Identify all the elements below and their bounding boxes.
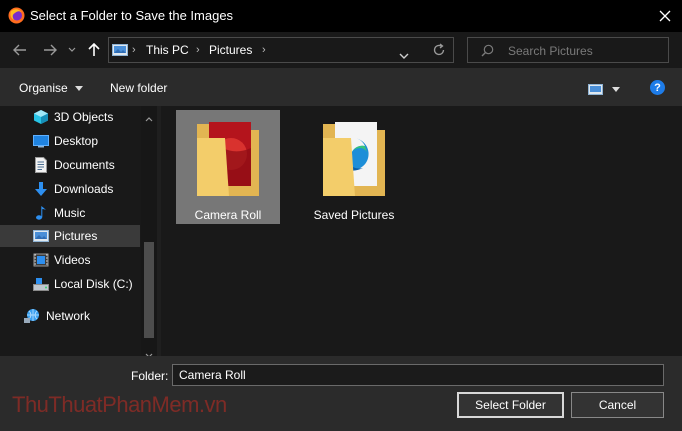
firefox-icon (8, 7, 25, 24)
nav-item-videos[interactable]: Videos (0, 249, 140, 271)
breadcrumb-pictures[interactable]: Pictures (209, 43, 252, 57)
up-arrow-icon (88, 43, 100, 56)
downloads-icon (33, 181, 49, 202)
view-icon (588, 84, 620, 95)
folder-name-field[interactable] (172, 364, 664, 386)
nav-label: Network (46, 309, 91, 323)
navigation-pane: 3D Objects Desktop Documents Downloads M… (0, 106, 157, 356)
select-folder-button[interactable]: Select Folder (457, 392, 564, 418)
nav-item-network[interactable]: Network (0, 305, 140, 327)
nav-item-music[interactable]: Music (0, 202, 140, 224)
nav-item-pictures[interactable]: Pictures (0, 225, 140, 247)
nav-label: Videos (54, 253, 91, 267)
music-icon (33, 205, 49, 226)
chevron-right-icon: › (262, 44, 266, 56)
search-box[interactable]: Search Pictures (467, 37, 669, 63)
nav-item-local-disk[interactable]: Local Disk (C:) (0, 273, 140, 295)
dropdown-arrow-icon (75, 86, 84, 92)
command-toolbar: Organise New folder (0, 68, 682, 106)
watermark-logo: ThuThuatPhanMem.vn (12, 392, 227, 417)
refresh-icon[interactable] (432, 43, 446, 62)
forward-button[interactable] (40, 39, 60, 61)
local-disk-icon (33, 276, 49, 297)
folder-label: Camera Roll (194, 208, 262, 222)
nav-label: Desktop (54, 134, 99, 148)
title-bar: Select a Folder to Save the Images (0, 0, 682, 32)
nav-item-desktop[interactable]: Desktop (0, 130, 140, 152)
search-icon (481, 44, 494, 62)
nav-label: Downloads (54, 182, 114, 196)
nav-label: Music (54, 206, 86, 220)
breadcrumb-this-pc[interactable]: This PC (146, 43, 189, 57)
folder-field-label: Folder: (131, 369, 169, 383)
documents-icon (33, 157, 49, 178)
cancel-button[interactable]: Cancel (571, 392, 664, 418)
address-bar[interactable]: › This PC › Pictures › (108, 37, 454, 63)
videos-icon (33, 252, 49, 273)
forward-arrow-icon (44, 44, 57, 56)
nav-item-3d-objects[interactable]: 3D Objects (0, 106, 140, 128)
nav-pane-scrollbar[interactable] (141, 106, 157, 358)
nav-label: 3D Objects (54, 110, 114, 124)
desktop-icon (33, 133, 49, 154)
pictures-icon (33, 228, 49, 249)
scroll-thumb[interactable] (144, 242, 154, 338)
folder-tile-saved-pictures[interactable]: Saved Pictures (302, 110, 406, 224)
nav-label: Local Disk (C:) (54, 277, 133, 291)
back-arrow-icon (13, 44, 26, 56)
search-input[interactable]: Search Pictures (508, 44, 593, 58)
folder-tile-camera-roll[interactable]: Camera Roll (176, 110, 280, 224)
camera-roll-folder-icon (195, 118, 261, 203)
network-icon (24, 308, 41, 329)
address-dropdown-icon[interactable] (399, 47, 409, 65)
folder-label: Saved Pictures (313, 208, 395, 222)
up-button[interactable] (85, 39, 103, 61)
chevron-down-icon (68, 47, 76, 52)
chevron-right-icon: › (196, 44, 200, 56)
3d-objects-icon (33, 109, 49, 130)
new-folder-button[interactable]: New folder (110, 81, 167, 95)
close-icon (659, 10, 671, 22)
nav-label: Pictures (54, 229, 98, 243)
saved-pictures-folder-icon (321, 118, 387, 203)
nav-item-documents[interactable]: Documents (0, 154, 140, 176)
back-button[interactable] (10, 39, 30, 61)
change-view-button[interactable] (588, 82, 622, 100)
recent-locations-button[interactable] (66, 39, 78, 61)
scroll-up-icon[interactable] (145, 109, 153, 127)
pictures-location-icon (112, 43, 128, 62)
window-title: Select a Folder to Save the Images (30, 8, 234, 23)
nav-item-downloads[interactable]: Downloads (0, 178, 140, 200)
help-button[interactable]: ? (650, 80, 665, 95)
close-button[interactable] (652, 4, 678, 28)
nav-label: Documents (54, 158, 115, 172)
organise-label: Organise (19, 81, 68, 95)
chevron-right-icon: › (132, 44, 136, 56)
organise-button[interactable]: Organise (19, 81, 84, 95)
